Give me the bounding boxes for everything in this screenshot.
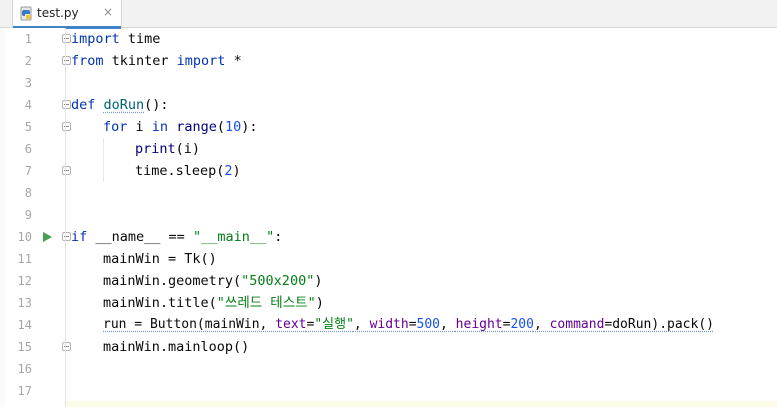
code-text: tkinter <box>103 53 177 69</box>
code-line-13: mainWin.title("쓰레드 테스트") <box>66 292 777 314</box>
line-number: 14 <box>17 318 32 332</box>
code-text: mainWin = Tk() <box>103 251 217 267</box>
code-line-12: mainWin.geometry("500x200") <box>66 270 777 292</box>
code-line-14: run = Button(mainWin, text="실행", width=5… <box>66 314 777 336</box>
code-line-4: def doRun(): <box>66 94 777 116</box>
keyword: if <box>71 229 88 245</box>
builtin: range <box>176 119 217 135</box>
code-line-1: import time <box>66 28 777 50</box>
code-text: mainWin.geometry( <box>103 273 242 289</box>
number: 2 <box>224 163 233 179</box>
function-name: doRun <box>103 97 145 113</box>
line-number: 7 <box>24 164 32 178</box>
line-number: 1 <box>24 32 32 46</box>
number: 500 <box>416 317 441 332</box>
code-text: (): <box>144 97 169 113</box>
code-text: ( <box>216 119 225 135</box>
parameter: width <box>369 317 409 332</box>
string: "실행" <box>314 317 354 332</box>
code-text: * <box>225 53 242 69</box>
editor-bottom-band <box>66 401 777 407</box>
number: 10 <box>224 119 242 135</box>
line-number: 4 <box>24 98 32 112</box>
line-number: 5 <box>24 120 32 134</box>
code-text: , <box>533 317 550 332</box>
code-line-10: if __name__ == "__main__": <box>66 226 777 248</box>
string: "500x200" <box>241 273 315 289</box>
parameter: command <box>549 317 605 332</box>
code-line-6: print(i) <box>66 138 777 160</box>
keyword: from <box>71 53 104 69</box>
code-text: __name__ == <box>87 229 193 245</box>
code-text: =doRun).pack() <box>604 317 714 332</box>
keyword: import <box>71 31 120 47</box>
code-line-7: time.sleep(2) <box>66 160 777 182</box>
run-triangle-icon[interactable] <box>43 232 52 242</box>
string: "__main__" <box>192 229 275 245</box>
code-text: run = Button(mainWin, <box>103 317 276 332</box>
line-number-gutter: 1 2 3 4 5 6 7 8 9 10 11 12 13 14 15 16 1… <box>5 28 71 407</box>
keyword: in <box>151 119 169 135</box>
line-number: 17 <box>17 384 32 398</box>
code-text: = <box>408 317 417 332</box>
line-number: 2 <box>24 54 32 68</box>
code-text: ) <box>232 163 241 179</box>
line-number: 12 <box>17 274 32 288</box>
code-text: i <box>127 119 152 135</box>
code-line-5: for i in range(10): <box>66 116 777 138</box>
tab-filename: test.py <box>37 6 79 20</box>
code-text: mainWin.mainloop() <box>103 339 250 355</box>
string: "쓰레드 테스트" <box>216 295 316 311</box>
number: 200 <box>510 317 534 332</box>
editor-tab-bar: test.py × <box>0 0 777 29</box>
parameter: height <box>455 317 503 332</box>
code-text: ) <box>314 273 323 289</box>
code-text: mainWin.title( <box>103 295 217 311</box>
line-number: 11 <box>17 252 32 266</box>
code-text: ): <box>241 119 258 135</box>
keyword: import <box>176 53 226 69</box>
code-text: , <box>440 317 456 332</box>
keyword: for <box>103 119 128 135</box>
line-number: 3 <box>24 76 32 90</box>
code-text: time.sleep( <box>135 163 225 179</box>
code-line-11: mainWin = Tk() <box>66 248 777 270</box>
line-number: 9 <box>24 208 32 222</box>
code-line-2: from tkinter import * <box>66 50 777 72</box>
code-text: time <box>119 31 161 47</box>
code-line-15: mainWin.mainloop() <box>66 336 777 358</box>
line-number: 6 <box>24 142 32 156</box>
code-text: ) <box>315 295 324 311</box>
code-editor[interactable]: import time from tkinter import * def do… <box>66 28 777 407</box>
line-number: 15 <box>17 340 32 354</box>
code-text: (i) <box>175 141 201 157</box>
code-text: : <box>274 229 283 245</box>
code-text: , <box>353 317 370 332</box>
keyword: def <box>71 97 96 113</box>
builtin: print <box>135 141 176 157</box>
python-file-icon <box>20 6 32 21</box>
line-number: 10 <box>17 230 32 244</box>
line-number: 13 <box>17 296 32 310</box>
close-icon[interactable]: × <box>103 5 113 19</box>
line-number: 8 <box>24 186 32 200</box>
parameter: text <box>275 317 307 332</box>
line-number: 16 <box>17 362 32 376</box>
tab-test-py[interactable]: test.py × <box>12 0 122 29</box>
